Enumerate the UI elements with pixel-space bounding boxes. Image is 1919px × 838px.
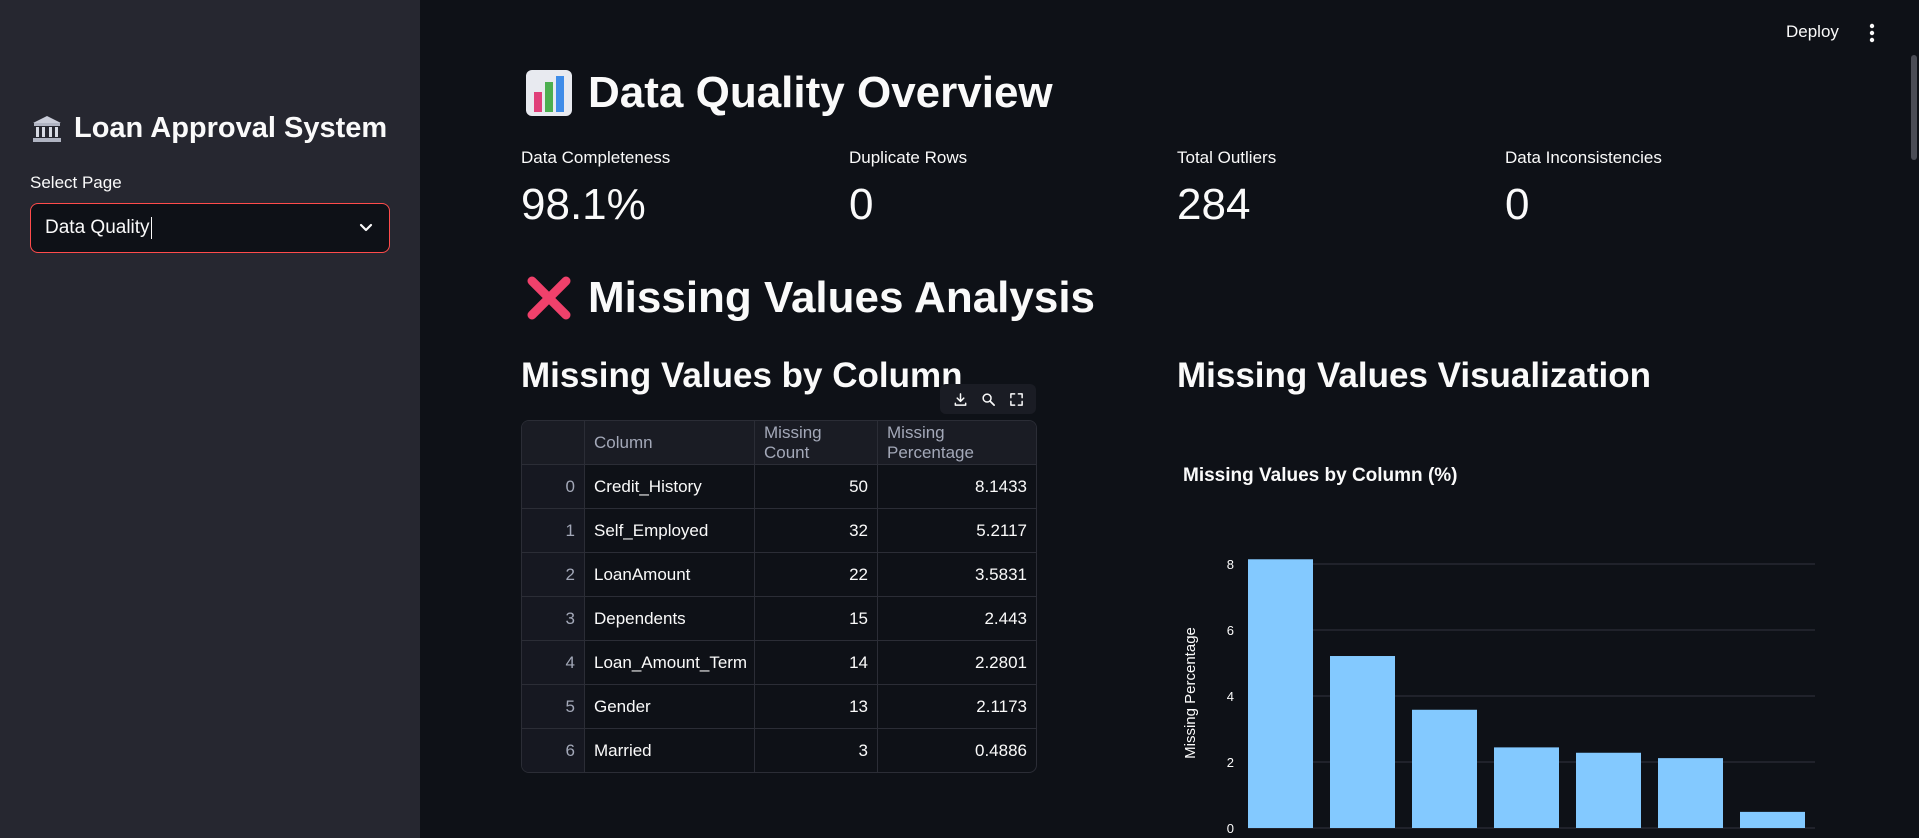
app-title-text: Loan Approval System xyxy=(74,112,388,144)
y-tick-label: 2 xyxy=(1227,755,1234,770)
fullscreen-icon[interactable] xyxy=(1009,392,1024,407)
row-index: 2 xyxy=(522,553,585,596)
y-tick-label: 8 xyxy=(1227,557,1234,572)
cell-missing-count[interactable]: 14 xyxy=(755,641,878,684)
metric-label: Total Outliers xyxy=(1177,148,1277,167)
header-missing-count[interactable]: Missing Count xyxy=(755,421,878,464)
text-cursor xyxy=(150,216,152,239)
metric-label: Data Completeness xyxy=(521,148,671,167)
row-index: 4 xyxy=(522,641,585,684)
page-title-text: Data Quality Overview xyxy=(588,68,1053,117)
cross-mark-icon xyxy=(527,276,571,320)
header-column[interactable]: Column xyxy=(585,421,755,464)
bar-loanamount[interactable] xyxy=(1412,709,1477,828)
cell-missing-count[interactable]: 3 xyxy=(755,729,878,772)
table-toolbar xyxy=(940,384,1036,414)
section-title-text: Missing Values Analysis xyxy=(588,273,1096,322)
cell-missing-percentage[interactable]: 2.2801 xyxy=(878,641,1036,684)
cell-column[interactable]: Dependents xyxy=(585,597,755,640)
cell-column[interactable]: Loan_Amount_Term xyxy=(585,641,755,684)
cell-missing-count[interactable]: 13 xyxy=(755,685,878,728)
search-icon[interactable] xyxy=(981,392,996,407)
missing-values-bar-chart[interactable]: 0 2 4 6 8 Missing Percentage xyxy=(1160,445,1820,838)
y-axis-label: Missing Percentage xyxy=(1182,627,1199,759)
page-select-value[interactable]: Data Quality xyxy=(45,216,357,239)
cell-column[interactable]: Self_Employed xyxy=(585,509,755,552)
metric-value: 284 xyxy=(1177,180,1251,229)
metric-data-completeness: Data Completeness 98.1% xyxy=(521,148,670,230)
cell-missing-percentage[interactable]: 0.4886 xyxy=(878,729,1036,772)
bar-loan-amount-term[interactable] xyxy=(1576,752,1641,828)
bar-dependents[interactable] xyxy=(1494,747,1559,828)
bar-gender[interactable] xyxy=(1658,758,1723,828)
header-missing-percentage[interactable]: Missing Percentage xyxy=(878,421,1036,464)
cell-column[interactable]: Gender xyxy=(585,685,755,728)
cell-missing-percentage[interactable]: 8.1433 xyxy=(878,465,1036,508)
bank-icon xyxy=(33,115,61,142)
row-index: 0 xyxy=(522,465,585,508)
table-row[interactable]: 2 LoanAmount 22 3.5831 xyxy=(522,553,1036,597)
cell-missing-count[interactable]: 15 xyxy=(755,597,878,640)
table-row[interactable]: 5 Gender 13 2.1173 xyxy=(522,685,1036,729)
table-header-row: Column Missing Count Missing Percentage xyxy=(522,421,1036,465)
cell-missing-percentage[interactable]: 2.1173 xyxy=(878,685,1036,728)
table-title: Missing Values by Column xyxy=(521,356,963,395)
y-tick-label: 4 xyxy=(1227,689,1234,704)
row-index: 5 xyxy=(522,685,585,728)
bar-chart-icon xyxy=(526,70,572,116)
table-row[interactable]: 0 Credit_History 50 8.1433 xyxy=(522,465,1036,509)
viz-title: Missing Values Visualization xyxy=(1177,356,1651,395)
bar-self-employed[interactable] xyxy=(1330,656,1395,828)
metric-value: 0 xyxy=(849,180,874,229)
cell-missing-count[interactable]: 32 xyxy=(755,509,878,552)
row-index: 6 xyxy=(522,729,585,772)
cell-column[interactable]: LoanAmount xyxy=(585,553,755,596)
download-icon[interactable] xyxy=(953,392,968,407)
page-title: Data Quality Overview xyxy=(524,68,1053,118)
bar-credit-history[interactable] xyxy=(1248,559,1313,828)
row-index: 1 xyxy=(522,509,585,552)
table-row[interactable]: 4 Loan_Amount_Term 14 2.2801 xyxy=(522,641,1036,685)
header-index[interactable] xyxy=(522,421,585,464)
metric-value: 98.1% xyxy=(521,180,646,229)
app-title: Loan Approval System xyxy=(32,112,387,145)
cell-missing-count[interactable]: 50 xyxy=(755,465,878,508)
select-page-label: Select Page xyxy=(30,173,122,192)
chevron-down-icon[interactable] xyxy=(357,219,375,237)
metric-total-outliers: Total Outliers 284 xyxy=(1177,148,1276,230)
table-row[interactable]: 3 Dependents 15 2.443 xyxy=(522,597,1036,641)
table-row[interactable]: 6 Married 3 0.4886 xyxy=(522,729,1036,772)
row-index: 3 xyxy=(522,597,585,640)
page-select[interactable]: Data Quality xyxy=(30,203,390,253)
missing-values-table[interactable]: Column Missing Count Missing Percentage … xyxy=(521,420,1037,773)
kebab-menu-icon[interactable] xyxy=(1862,20,1882,46)
table-row[interactable]: 1 Self_Employed 32 5.2117 xyxy=(522,509,1036,553)
cell-missing-count[interactable]: 22 xyxy=(755,553,878,596)
cell-missing-percentage[interactable]: 2.443 xyxy=(878,597,1036,640)
sidebar: Loan Approval System Select Page Data Qu… xyxy=(0,0,420,838)
bar-married[interactable] xyxy=(1740,811,1805,828)
y-tick-label: 0 xyxy=(1227,821,1234,836)
deploy-button[interactable]: Deploy xyxy=(1786,22,1839,42)
cell-missing-percentage[interactable]: 3.5831 xyxy=(878,553,1036,596)
section-title: Missing Values Analysis xyxy=(524,273,1095,323)
cell-missing-percentage[interactable]: 5.2117 xyxy=(878,509,1036,552)
y-tick-label: 6 xyxy=(1227,623,1234,638)
metric-label: Data Inconsistencies xyxy=(1505,148,1662,167)
scrollbar-thumb[interactable] xyxy=(1911,55,1917,160)
cell-column[interactable]: Credit_History xyxy=(585,465,755,508)
metric-label: Duplicate Rows xyxy=(849,148,968,167)
metric-data-inconsistencies: Data Inconsistencies 0 xyxy=(1505,148,1662,230)
metric-value: 0 xyxy=(1505,180,1530,229)
metric-duplicate-rows: Duplicate Rows 0 xyxy=(849,148,967,230)
cell-column[interactable]: Married xyxy=(585,729,755,772)
page-select-text: Data Quality xyxy=(45,217,150,238)
